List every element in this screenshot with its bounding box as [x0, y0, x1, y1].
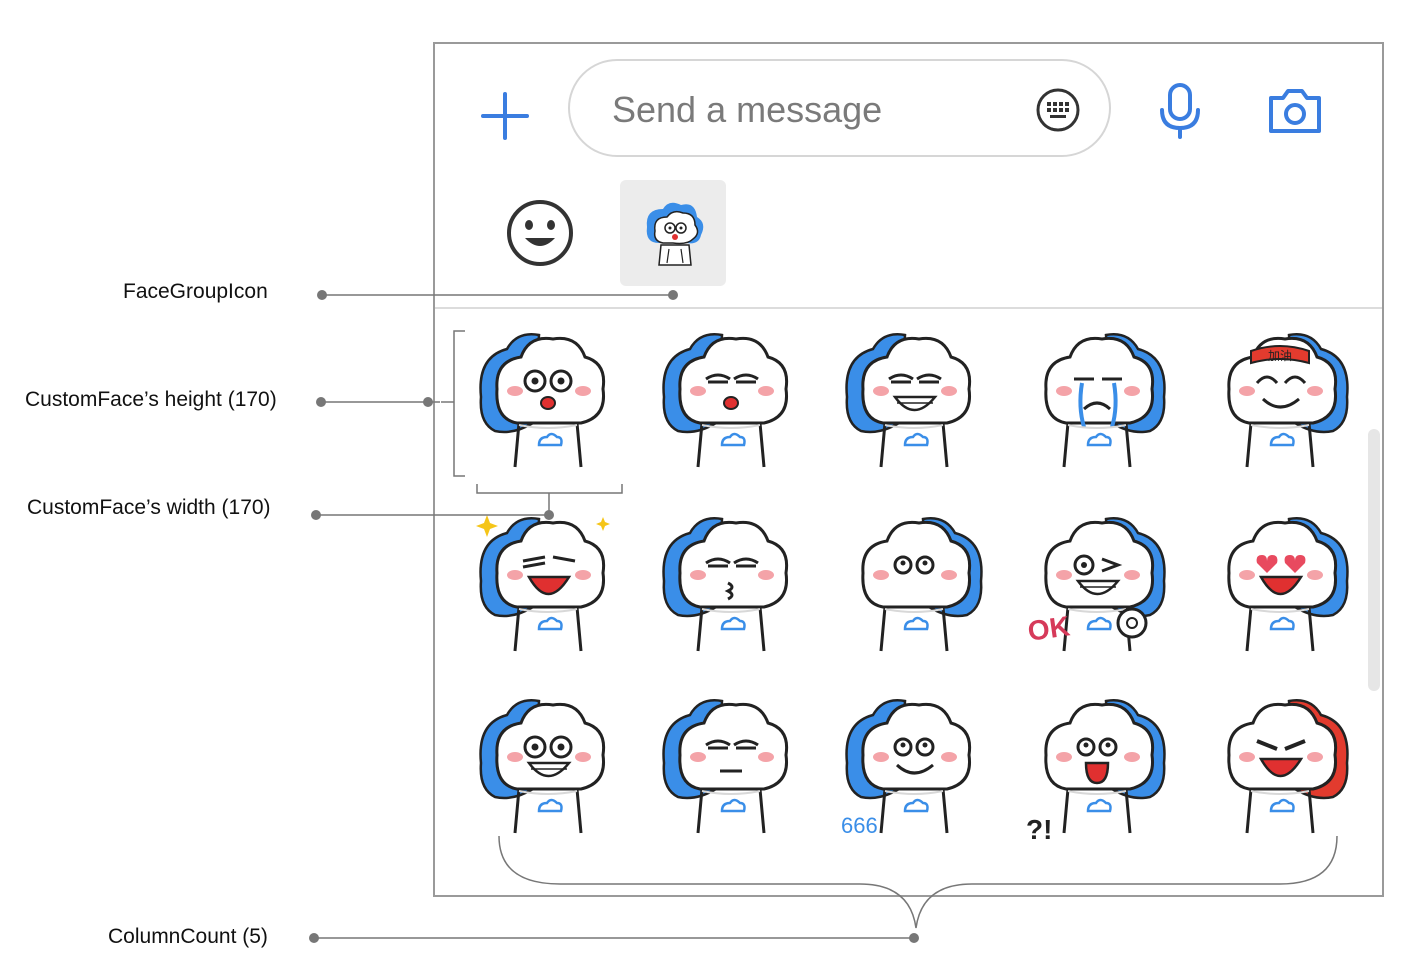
- annotation-face-group-icon: FaceGroupIcon: [123, 280, 268, 303]
- annotation-lines: [309, 290, 1338, 943]
- annotation-face-height: CustomFace’s height (170): [25, 388, 277, 411]
- annotation-face-width: CustomFace’s width (170): [27, 496, 271, 519]
- annotation-column-count: ColumnCount (5): [108, 925, 268, 948]
